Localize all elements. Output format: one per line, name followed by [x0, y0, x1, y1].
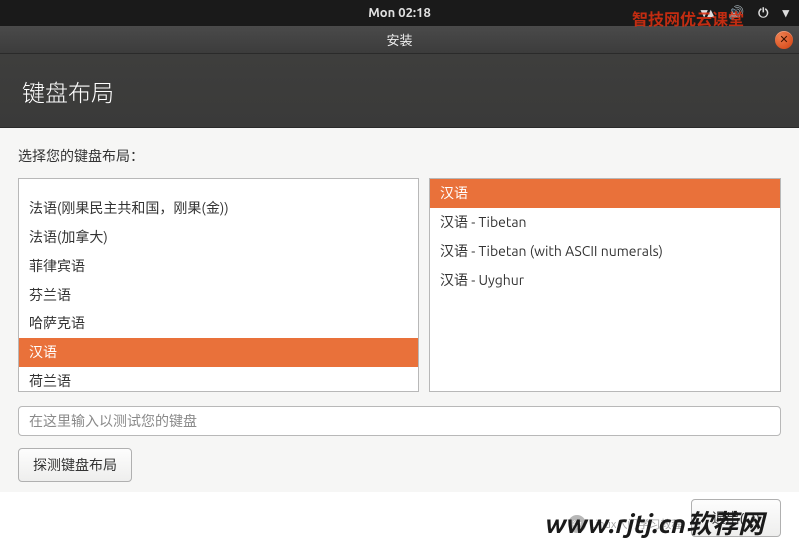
- wechat-icon: 微: [568, 515, 586, 533]
- list-item[interactable]: [19, 178, 418, 194]
- power-icon[interactable]: ⏻: [758, 6, 768, 21]
- list-item[interactable]: 汉语 - Tibetan (with ASCII numerals): [430, 237, 780, 266]
- clock: Mon 02:18: [368, 6, 431, 20]
- list-item[interactable]: 哈萨克语: [19, 309, 418, 338]
- menu-icon[interactable]: ▾: [782, 6, 789, 21]
- keyboard-test-input[interactable]: [18, 406, 781, 436]
- watermark-top: 智技网优云课堂: [632, 6, 744, 30]
- page-title: 键盘布局: [22, 74, 114, 108]
- list-item[interactable]: 法语(加拿大): [19, 223, 418, 252]
- close-icon: ✕: [779, 33, 788, 46]
- main-content: 选择您的键盘布局： 法语(刚果民主共和国，刚果(金)) 法语(加拿大) 菲律宾语…: [0, 128, 799, 492]
- list-item-selected[interactable]: 汉语: [430, 179, 780, 208]
- wechat-badge: 微 Linux入门学习教程: [568, 515, 682, 533]
- prompt-label: 选择您的键盘布局：: [18, 146, 781, 166]
- window-titlebar: 安装 ✕: [0, 26, 799, 54]
- list-item[interactable]: 芬兰语: [19, 281, 418, 310]
- close-button[interactable]: ✕: [775, 31, 793, 49]
- page-header: 键盘布局: [0, 54, 799, 128]
- list-item[interactable]: 法语(刚果民主共和国，刚果(金)): [19, 194, 418, 223]
- list-item[interactable]: 荷兰语: [19, 367, 418, 392]
- quit-button[interactable]: 退出(Q): [691, 499, 781, 537]
- list-item[interactable]: 汉语 - Uyghur: [430, 266, 780, 295]
- window-title: 安装: [386, 30, 412, 49]
- layout-listbox[interactable]: 法语(刚果民主共和国，刚果(金)) 法语(加拿大) 菲律宾语 芬兰语 哈萨克语 …: [18, 178, 419, 392]
- list-item-selected[interactable]: 汉语: [19, 338, 418, 367]
- list-item[interactable]: 汉语 - Tibetan: [430, 208, 780, 237]
- layout-lists: 法语(刚果民主共和国，刚果(金)) 法语(加拿大) 菲律宾语 芬兰语 哈萨克语 …: [18, 178, 781, 392]
- footer-buttons: 退出(Q): [691, 499, 781, 537]
- detect-layout-button[interactable]: 探测键盘布局: [18, 448, 132, 482]
- variant-listbox[interactable]: 汉语 汉语 - Tibetan 汉语 - Tibetan (with ASCII…: [429, 178, 781, 392]
- list-item[interactable]: 菲律宾语: [19, 252, 418, 281]
